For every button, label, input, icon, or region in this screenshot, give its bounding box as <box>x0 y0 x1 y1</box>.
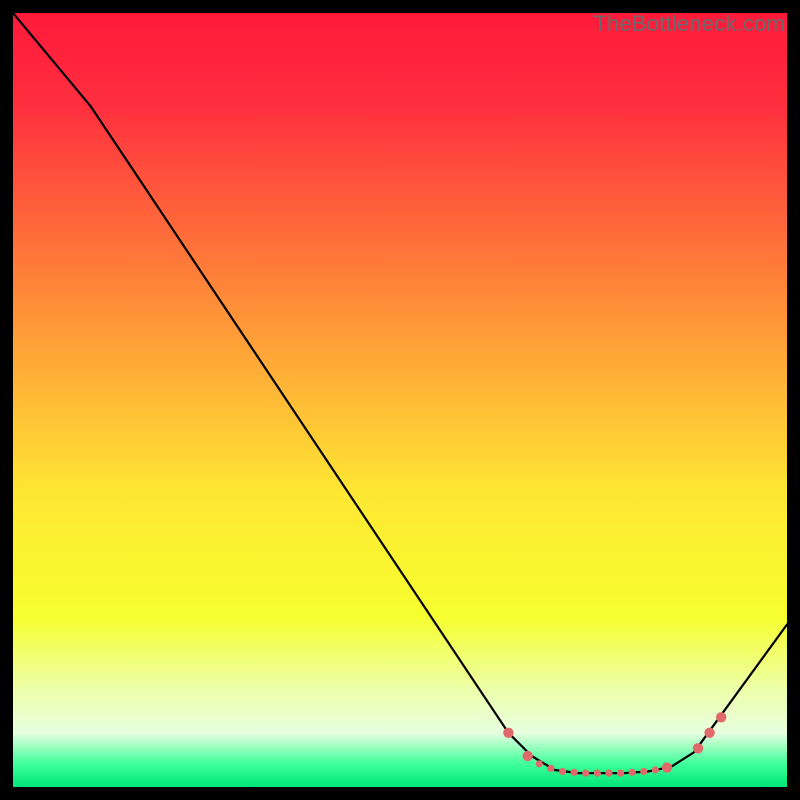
dot <box>617 770 624 777</box>
dot <box>704 728 714 738</box>
dot <box>605 770 612 777</box>
dot <box>582 770 589 777</box>
dot <box>547 765 554 772</box>
dot <box>559 768 566 775</box>
dot <box>536 760 543 767</box>
dot <box>652 766 659 773</box>
dot <box>594 770 601 777</box>
dot <box>503 728 513 738</box>
watermark-text: TheBottleneck.com <box>593 11 785 37</box>
dot <box>716 712 726 722</box>
chart-svg <box>13 13 787 787</box>
dot <box>629 769 636 776</box>
chart-frame: TheBottleneck.com <box>13 13 787 787</box>
dot <box>523 751 533 761</box>
dot <box>571 769 578 776</box>
dot <box>662 762 672 772</box>
dot <box>640 768 647 775</box>
dot <box>693 743 703 753</box>
gradient-background <box>13 13 787 787</box>
